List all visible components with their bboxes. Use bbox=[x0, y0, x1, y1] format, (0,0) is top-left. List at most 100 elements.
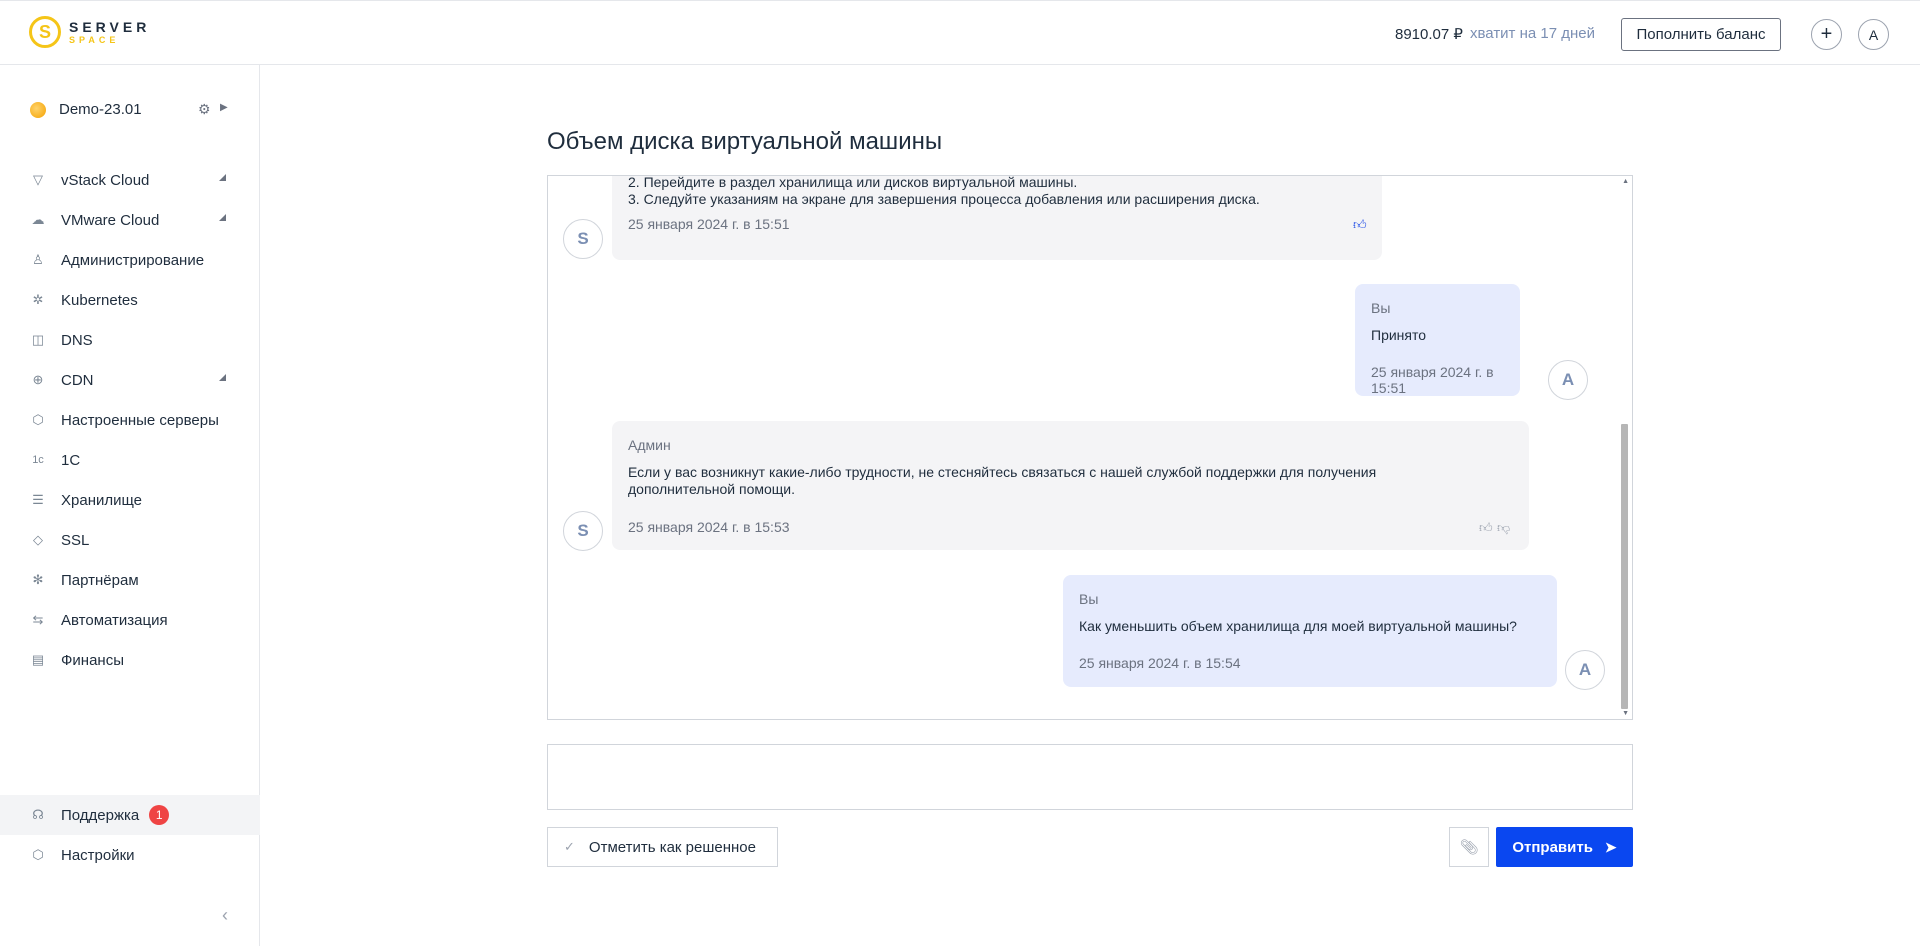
message-author: Вы bbox=[1371, 300, 1391, 316]
sidebar-item-settings[interactable]: ⬡ Настройки bbox=[0, 835, 260, 875]
chat-scrollbar-thumb[interactable] bbox=[1621, 424, 1628, 709]
sidebar-item-label: vStack Cloud bbox=[61, 171, 150, 189]
sidebar-item-label: 1С bbox=[61, 451, 81, 469]
sidebar-item-label: Kubernetes bbox=[61, 291, 138, 309]
topup-balance-button[interactable]: Пополнить баланс bbox=[1621, 18, 1781, 51]
send-label: Отправить bbox=[1512, 838, 1593, 856]
user-avatar: A bbox=[1565, 650, 1605, 690]
message-timestamp: 25 января 2024 г. в 15:53 bbox=[628, 519, 790, 535]
user-icon: ♙ bbox=[32, 252, 44, 267]
sidebar-item-1c[interactable]: 1c 1С bbox=[0, 440, 260, 480]
caret-icon bbox=[219, 214, 226, 221]
sidebar-item-storage[interactable]: ☰ Хранилище bbox=[0, 480, 260, 520]
sidebar-item-label: Партнёрам bbox=[61, 571, 139, 589]
project-selector[interactable]: Demo-23.01 ⚙ ▶ bbox=[30, 101, 230, 118]
mark-resolved-button[interactable]: ✓ Отметить как решенное bbox=[547, 827, 778, 867]
logo-mark-icon: S bbox=[29, 16, 61, 48]
sidebar-item-label: Администрирование bbox=[61, 251, 205, 269]
project-name: Demo-23.01 bbox=[59, 101, 142, 118]
notification-badge: 1 bbox=[149, 805, 170, 825]
sidebar-item-label: Поддержка bbox=[61, 806, 140, 824]
sidebar-item-cdn[interactable]: ⊕ CDN bbox=[0, 360, 260, 400]
sidebar-item-dns[interactable]: ◫ DNS bbox=[0, 320, 260, 360]
arrows-icon: ⇆ bbox=[32, 612, 44, 627]
sidebar: Demo-23.01 ⚙ ▶ ▽ vStack Cloud ☁ VMware C… bbox=[0, 65, 260, 946]
sidebar-item-label: Настройки bbox=[61, 846, 135, 864]
user-message: Вы Принято 25 января 2024 г. в 15:51 bbox=[1355, 284, 1520, 396]
sidebar-item-label: Хранилище bbox=[61, 491, 142, 509]
sidebar-item-administration[interactable]: ♙ Администрирование bbox=[0, 240, 260, 280]
sidebar-item-vmware-cloud[interactable]: ☁ VMware Cloud bbox=[0, 200, 260, 240]
vstack-icon: ▽ bbox=[33, 172, 43, 187]
message-timestamp: 25 января 2024 г. в 15:54 bbox=[1079, 655, 1241, 671]
message-timestamp: 25 января 2024 г. в 15:51 bbox=[628, 216, 790, 232]
hexagon-icon: ⬡ bbox=[32, 412, 44, 427]
message-author: Админ bbox=[628, 437, 671, 453]
database-icon: ☰ bbox=[32, 492, 44, 507]
thumbs-down-icon[interactable]: 👎︎ bbox=[1497, 520, 1510, 536]
sidebar-item-ssl[interactable]: ◇ SSL bbox=[0, 520, 260, 560]
chevron-right-icon[interactable]: ▶ bbox=[220, 102, 228, 113]
sidebar-item-label: Финансы bbox=[61, 651, 124, 669]
sidebar-item-finance[interactable]: ▤ Финансы bbox=[0, 640, 260, 680]
sidebar-item-label: CDN bbox=[61, 371, 94, 389]
sidebar-item-configured-servers[interactable]: ⬡ Настроенные серверы bbox=[0, 400, 260, 440]
admin-message: Админ Если у вас возникнут какие-либо тр… bbox=[612, 421, 1529, 550]
sidebar-item-kubernetes[interactable]: ✲ Kubernetes bbox=[0, 280, 260, 320]
user-avatar-button[interactable]: A bbox=[1858, 19, 1889, 50]
sidebar-item-label: Настроенные серверы bbox=[61, 411, 219, 429]
sidebar-item-automation[interactable]: ⇆ Автоматизация bbox=[0, 600, 260, 640]
partners-icon: ✻ bbox=[32, 572, 44, 587]
message-text: Как уменьшить объем хранилища для моей в… bbox=[1079, 618, 1517, 634]
message-text: 3. Следуйте указаниям на экране для заве… bbox=[628, 191, 1260, 207]
message-text: Принято bbox=[1371, 327, 1427, 343]
check-icon: ✓ bbox=[564, 839, 575, 854]
chat-window[interactable]: 2. Перейдите в раздел хранилища или диск… bbox=[547, 175, 1633, 720]
message-input[interactable] bbox=[547, 744, 1633, 810]
page-title: Объем диска виртуальной машины bbox=[547, 128, 943, 155]
paperclip-icon: 📎︎ bbox=[1459, 839, 1479, 856]
sidebar-nav: ▽ vStack Cloud ☁ VMware Cloud ♙ Админист… bbox=[0, 160, 260, 680]
dns-icon: ◫ bbox=[31, 332, 45, 347]
message-author: Вы bbox=[1079, 591, 1099, 607]
globe-icon: ⊕ bbox=[32, 372, 44, 387]
sidebar-item-label: SSL bbox=[61, 531, 90, 549]
kubernetes-icon: ✲ bbox=[32, 292, 44, 307]
sidebar-item-label: DNS bbox=[61, 331, 93, 349]
admin-avatar: S bbox=[563, 219, 603, 259]
caret-icon bbox=[219, 374, 226, 381]
plus-icon[interactable]: + bbox=[1811, 19, 1842, 50]
sidebar-item-vstack-cloud[interactable]: ▽ vStack Cloud bbox=[0, 160, 260, 200]
logo-server-text: SERVER bbox=[69, 18, 151, 35]
sidebar-bottom-nav: ☊ Поддержка 1 ⬡ Настройки bbox=[0, 795, 260, 875]
caret-icon bbox=[219, 174, 226, 181]
message-text: Если у вас возникнут какие-либо трудност… bbox=[628, 464, 1377, 497]
balance-duration: хватит на 17 дней bbox=[1470, 25, 1596, 42]
cloud-icon: ☁ bbox=[31, 212, 45, 227]
send-button[interactable]: Отправить ➤ bbox=[1496, 827, 1633, 867]
sidebar-item-partners[interactable]: ✻ Партнёрам bbox=[0, 560, 260, 600]
document-icon: ▤ bbox=[31, 652, 45, 667]
top-header: S SERVER SPACE 8910.07 ₽ хватит на 17 дн… bbox=[0, 0, 1920, 65]
thumbs-up-icon[interactable]: 👍︎ bbox=[1479, 520, 1493, 536]
gear-icon[interactable]: ⚙ bbox=[198, 101, 211, 118]
shield-icon: ◇ bbox=[33, 532, 43, 547]
admin-avatar: S bbox=[563, 511, 603, 551]
thumbs-up-icon[interactable]: 👍︎ bbox=[1353, 217, 1367, 233]
headset-icon: ☊ bbox=[32, 807, 44, 822]
sidebar-item-support[interactable]: ☊ Поддержка 1 bbox=[0, 795, 260, 835]
message-text: 2. Перейдите в раздел хранилища или диск… bbox=[628, 175, 1078, 190]
settings-icon: ⬡ bbox=[32, 847, 44, 862]
user-message: Вы Как уменьшить объем хранилища для мое… bbox=[1063, 575, 1557, 687]
collapse-sidebar-icon[interactable]: ‹ bbox=[222, 905, 228, 926]
scroll-up-arrow-icon[interactable]: ▲ bbox=[1622, 178, 1629, 185]
serverspace-logo[interactable]: S SERVER SPACE bbox=[29, 16, 150, 48]
mark-resolved-label: Отметить как решенное bbox=[588, 838, 756, 856]
balance-amount: 8910.07 ₽ bbox=[1395, 26, 1463, 43]
sidebar-item-label: VMware Cloud bbox=[61, 211, 160, 229]
scroll-down-arrow-icon[interactable]: ▼ bbox=[1622, 710, 1629, 717]
attach-file-button[interactable]: 📎︎ bbox=[1449, 827, 1489, 867]
user-avatar: A bbox=[1548, 360, 1588, 400]
paper-plane-icon: ➤ bbox=[1604, 838, 1617, 855]
logo-space-text: SPACE bbox=[69, 34, 120, 45]
